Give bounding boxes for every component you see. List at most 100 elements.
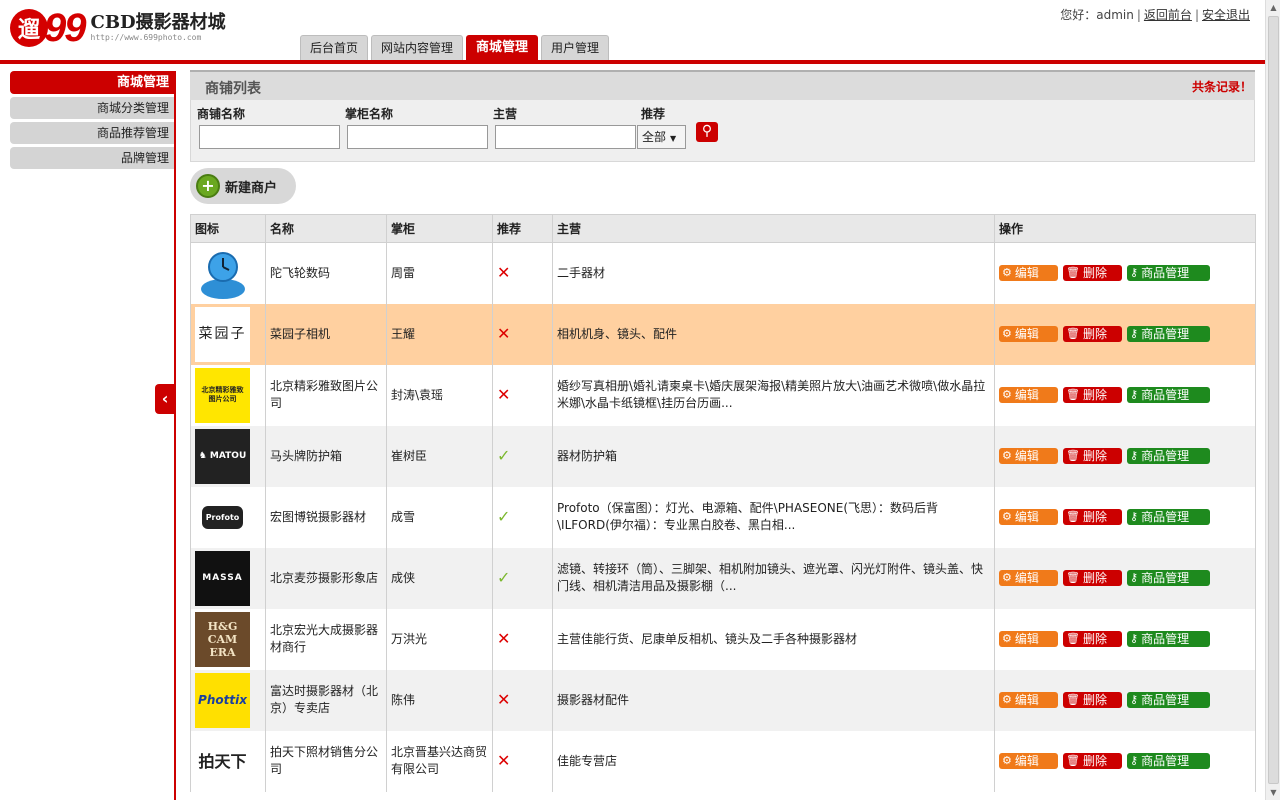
check-icon: ✓ <box>497 445 511 465</box>
goods-management-button[interactable]: ⚷ 商品管理 <box>1127 692 1210 708</box>
filter-keeper: 掌柜名称 <box>339 107 488 149</box>
shop-name-cell: 马头牌防护箱 <box>265 425 387 487</box>
trash-icon: 🗑 <box>1066 754 1080 767</box>
delete-button[interactable]: 🗑 删除 <box>1063 509 1122 525</box>
goods-management-button[interactable]: ⚷ 商品管理 <box>1127 387 1210 403</box>
logo-badge: 遛 <box>10 9 48 47</box>
table-header-row: 图标 名称 掌柜 推荐 主营 操作 <box>190 214 1256 243</box>
edit-button[interactable]: ⚙ 编辑 <box>999 448 1058 464</box>
shop-keeper-cell: 北京晋基兴达商贸有限公司 <box>386 730 493 792</box>
delete-label: 删除 <box>1082 449 1107 463</box>
header: 遛 99 CBD摄影器材城 http://www.699photo.com 您好… <box>0 0 1265 64</box>
shop-name-label: 商铺名称 <box>197 107 246 121</box>
shop-name-input[interactable] <box>199 125 340 149</box>
shop-logo-image[interactable]: ♞ MATOU <box>195 428 250 484</box>
recommend-select[interactable]: 全部 ▼ <box>637 125 686 149</box>
logout-link[interactable]: 安全退出 <box>1202 8 1250 22</box>
trash-icon: 🗑 <box>1066 327 1080 340</box>
edit-label: 编辑 <box>1014 327 1039 341</box>
edit-label: 编辑 <box>1014 266 1039 281</box>
goods-management-button[interactable]: ⚷ 商品管理 <box>1127 509 1210 525</box>
shop-logo-image[interactable]: 拍天下 <box>195 733 250 789</box>
delete-button[interactable]: 🗑 删除 <box>1063 448 1122 464</box>
dropdown-arrow-icon: ▼ <box>670 134 677 143</box>
goods-management-button[interactable]: ⚷ 商品管理 <box>1127 631 1210 647</box>
scroll-thumb[interactable] <box>1268 16 1279 784</box>
edit-button[interactable]: ⚙ 编辑 <box>999 265 1058 282</box>
shop-logo-image[interactable]: Profoto <box>195 489 250 545</box>
edit-button[interactable]: ⚙ 编辑 <box>999 692 1058 708</box>
table-row: 菜园子 菜园子相机 王耀 ✕ 相机机身、镜头、配件 ⚙ 编辑 🗑 删除 ⚷ 商品管理 <box>190 303 1256 365</box>
tab-site-content[interactable]: 网站内容管理 <box>371 35 464 60</box>
goods-management-button[interactable]: ⚷ 商品管理 <box>1127 570 1210 586</box>
trash-icon: 🗑 <box>1066 571 1080 584</box>
goods-management-button[interactable]: ⚷ 商品管理 <box>1127 753 1210 769</box>
new-merchant-button[interactable]: + 新建商户 <box>190 168 296 204</box>
sidebar-item-category[interactable]: 商城分类管理 <box>10 97 174 119</box>
gear-icon: ⚙ <box>1002 632 1012 645</box>
keeper-input[interactable] <box>347 125 488 149</box>
tab-dashboard[interactable]: 后台首页 <box>300 35 369 60</box>
delete-button[interactable]: 🗑 删除 <box>1063 326 1122 342</box>
return-front-link[interactable]: 返回前台 <box>1144 8 1192 22</box>
shop-logo-cell: Phottix <box>190 669 266 731</box>
edit-button[interactable]: ⚙ 编辑 <box>999 753 1058 769</box>
site-logo[interactable]: 遛 99 CBD摄影器材城 http://www.699photo.com <box>10 8 226 48</box>
scroll-down-arrow-icon[interactable]: ▼ <box>1266 785 1280 800</box>
shop-name-cell: 富达时摄影器材（北京）专卖店 <box>265 669 387 731</box>
sidebar-item-recommend[interactable]: 商品推荐管理 <box>10 122 174 144</box>
edit-button[interactable]: ⚙ 编辑 <box>999 631 1058 647</box>
delete-button[interactable]: 🗑 删除 <box>1063 265 1122 282</box>
tab-mall-management[interactable]: 商城管理 <box>466 35 539 60</box>
main-business-input[interactable] <box>495 125 636 149</box>
shop-logo-image[interactable]: Phottix <box>195 672 250 728</box>
edit-button[interactable]: ⚙ 编辑 <box>999 570 1058 586</box>
shop-recommend-cell: ✓ <box>492 425 553 487</box>
delete-button[interactable]: 🗑 删除 <box>1063 753 1122 769</box>
shop-logo-image[interactable]: 菜园子 <box>195 306 250 362</box>
scroll-up-arrow-icon[interactable]: ▲ <box>1266 0 1280 15</box>
shop-keeper-cell: 崔树臣 <box>386 425 493 487</box>
shop-logo-cell <box>190 242 266 304</box>
edit-label: 编辑 <box>1014 632 1039 646</box>
shop-name-cell: 北京麦莎摄影形象店 <box>265 547 387 609</box>
key-icon: ⚷ <box>1130 754 1139 767</box>
table-row: 陀飞轮数码 周雷 ✕ 二手器材 ⚙ 编辑 🗑 删除 ⚷ 商品管理 <box>190 242 1256 304</box>
shop-actions-cell: ⚙ 编辑 🗑 删除 ⚷ 商品管理 <box>994 425 1256 487</box>
key-icon: ⚷ <box>1130 266 1139 280</box>
delete-button[interactable]: 🗑 删除 <box>1063 631 1122 647</box>
edit-button[interactable]: ⚙ 编辑 <box>999 509 1058 525</box>
goods-label: 商品管理 <box>1141 449 1190 463</box>
goods-label: 商品管理 <box>1141 266 1190 281</box>
check-icon: ✓ <box>497 506 511 526</box>
page-scrollbar[interactable]: ▲ ▼ <box>1265 0 1280 800</box>
table-row: 拍天下 拍天下照材销售分公司 北京晋基兴达商贸有限公司 ✕ 佳能专营店 ⚙ 编辑 🗑 删除 ⚷ 商品… <box>190 730 1256 792</box>
goods-management-button[interactable]: ⚷ 商品管理 <box>1127 265 1210 282</box>
edit-button[interactable]: ⚙ 编辑 <box>999 387 1058 403</box>
shop-logo-image[interactable]: MASSA <box>195 550 250 606</box>
shop-logo-image[interactable] <box>195 245 250 301</box>
gear-icon: ⚙ <box>1002 510 1012 523</box>
sidebar-title[interactable]: 商城管理 <box>10 71 174 94</box>
shop-logo-image[interactable]: 北京精彩雅致 图片公司 <box>195 367 250 423</box>
tab-user-management[interactable]: 用户管理 <box>541 35 610 60</box>
delete-button[interactable]: 🗑 删除 <box>1063 692 1122 708</box>
gear-icon: ⚙ <box>1002 449 1012 462</box>
shop-logo-image[interactable]: H&G CAM ERA <box>195 611 250 667</box>
delete-button[interactable]: 🗑 删除 <box>1063 570 1122 586</box>
delete-button[interactable]: 🗑 删除 <box>1063 387 1122 403</box>
goods-management-button[interactable]: ⚷ 商品管理 <box>1127 448 1210 464</box>
recommend-selected-value: 全部 <box>642 130 667 144</box>
goods-management-button[interactable]: ⚷ 商品管理 <box>1127 326 1210 342</box>
shop-logo-cell: H&G CAM ERA <box>190 608 266 670</box>
edit-button[interactable]: ⚙ 编辑 <box>999 326 1058 342</box>
collapse-sidebar-button[interactable]: ‹ <box>155 384 175 414</box>
search-button[interactable]: ⚲ <box>696 122 718 142</box>
cross-icon: ✕ <box>497 323 511 343</box>
shop-recommend-cell: ✓ <box>492 486 553 548</box>
table-row: Phottix 富达时摄影器材（北京）专卖店 陈伟 ✕ 摄影器材配件 ⚙ 编辑 🗑 删除 ⚷ 商品管… <box>190 669 1256 731</box>
shop-keeper-cell: 周雷 <box>386 242 493 304</box>
sidebar-item-brand[interactable]: 品牌管理 <box>10 147 174 169</box>
shop-actions-cell: ⚙ 编辑 🗑 删除 ⚷ 商品管理 <box>994 242 1256 304</box>
gear-icon: ⚙ <box>1002 388 1012 401</box>
